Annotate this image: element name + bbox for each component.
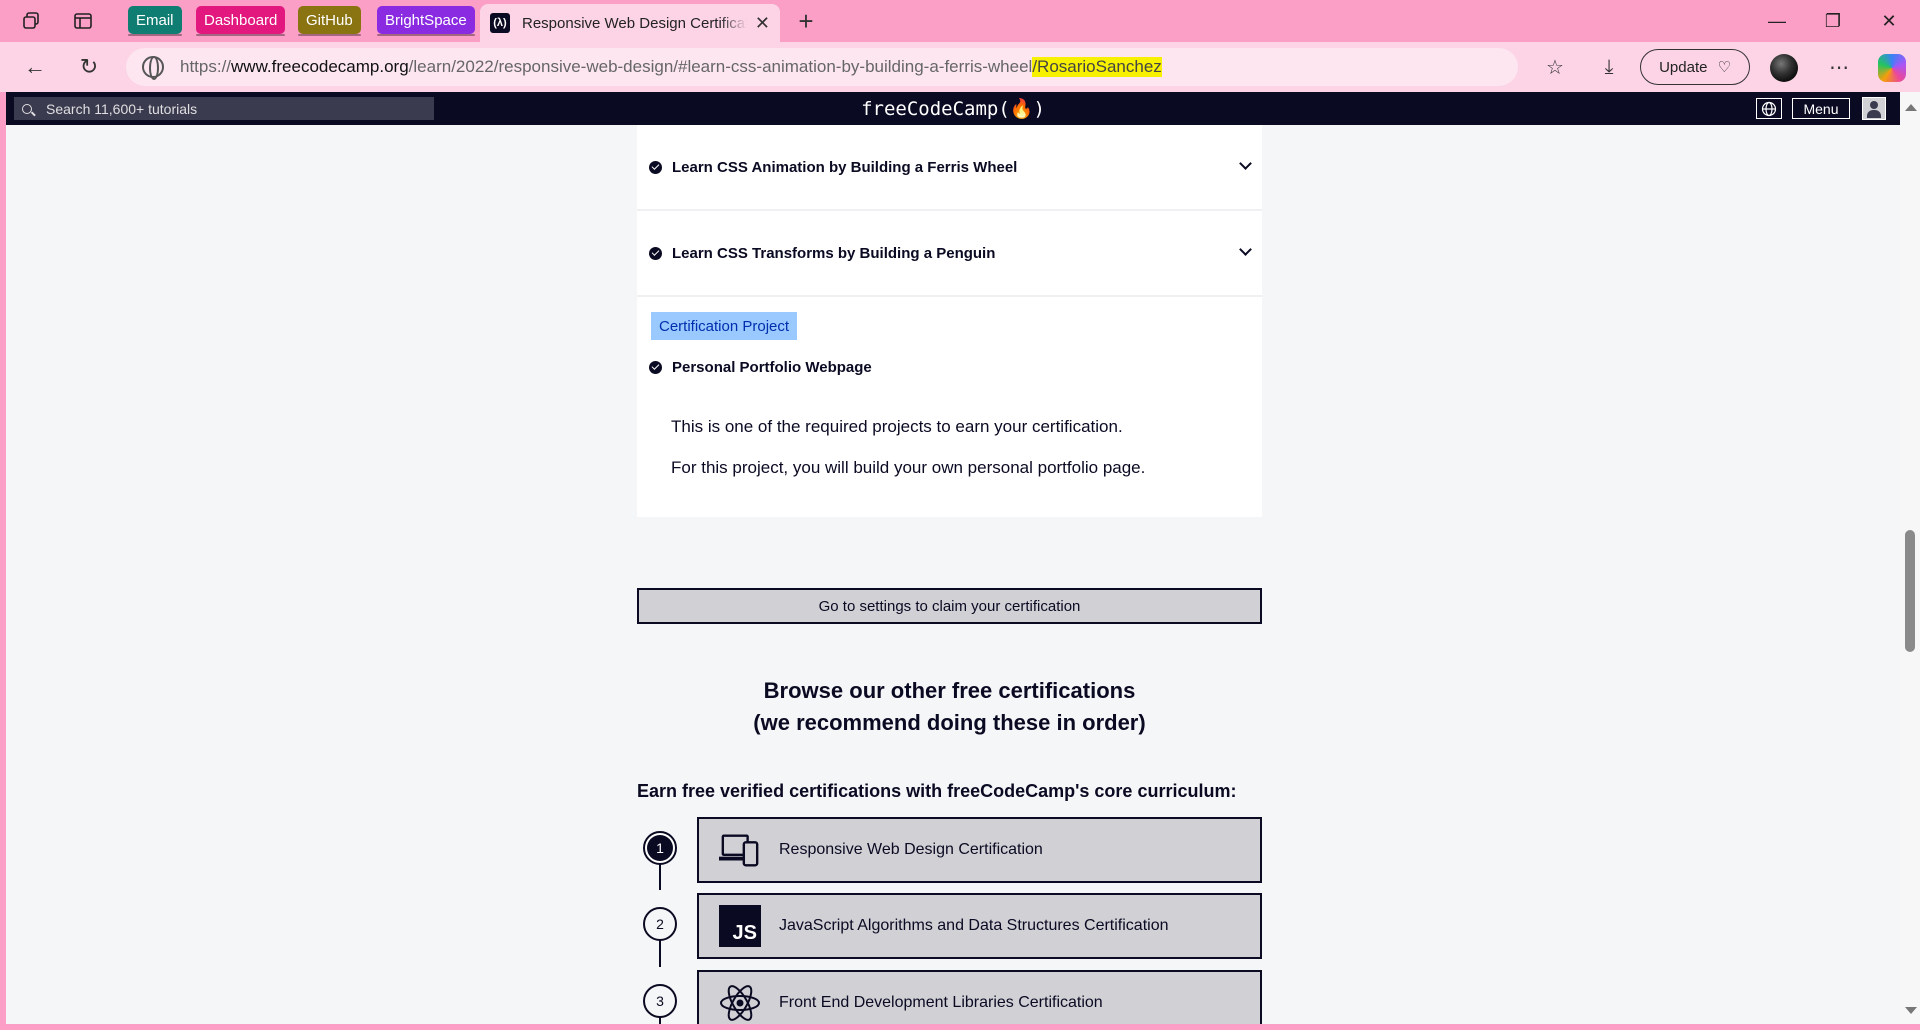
divider [637, 295, 1262, 297]
navigation-bar: ← ↻ https://www.freecodecamp.org/learn/2… [0, 42, 1920, 92]
chevron-down-icon [1239, 157, 1252, 170]
project-description: This is one of the required projects to … [671, 417, 1123, 436]
minimize-icon[interactable]: — [1754, 8, 1800, 34]
active-tab[interactable]: (λ) Responsive Web Design Certification … [480, 4, 780, 42]
freecodecamp-favicon-icon: (λ) [490, 13, 510, 33]
react-icon [719, 982, 761, 1024]
browse-heading: Browse our other free certifications (we… [637, 675, 1262, 739]
claim-certification-button[interactable]: Go to settings to claim your certificati… [637, 588, 1262, 624]
certification-label: Responsive Web Design Certification [779, 841, 1043, 858]
workspaces-icon[interactable] [16, 8, 46, 34]
step-indicator: 1 [643, 831, 677, 865]
close-tab-icon[interactable]: ✕ [755, 13, 770, 34]
new-tab-icon[interactable]: + [790, 6, 822, 36]
fcc-logo[interactable]: freeCodeCamp(🔥) [6, 97, 1900, 120]
downloads-icon[interactable]: ⤓ [1592, 52, 1626, 82]
block-penguin[interactable]: Learn CSS Transforms by Building a Pengu… [637, 211, 1262, 295]
refresh-icon[interactable]: ↻ [72, 52, 106, 82]
tab-actions-icon[interactable] [68, 8, 98, 34]
step-number: 2 [656, 916, 664, 932]
window-frame [0, 92, 6, 1024]
step-indicator: 2 [643, 907, 677, 941]
tab-bar: Email Dashboard GitHub BrightSpace (λ) R… [0, 0, 1920, 42]
restore-icon[interactable]: ❐ [1810, 8, 1856, 34]
earn-heading: Earn free verified certifications with f… [637, 781, 1237, 801]
favorites-icon[interactable]: ☆ [1538, 52, 1572, 82]
block-ferris-wheel[interactable]: Learn CSS Animation by Building a Ferris… [637, 125, 1262, 209]
user-avatar[interactable] [1862, 97, 1886, 120]
fcc-header: Search 11,600+ tutorials freeCodeCamp(🔥)… [6, 92, 1900, 125]
browser-chrome: Email Dashboard GitHub BrightSpace (λ) R… [0, 0, 1920, 92]
tab-email[interactable]: Email [128, 6, 182, 36]
completed-check-icon [649, 160, 662, 174]
browse-heading-line: Browse our other free certifications [763, 678, 1136, 703]
browse-heading-line: (we recommend doing these in order) [753, 710, 1146, 735]
back-icon[interactable]: ← [18, 52, 52, 82]
scroll-down-icon[interactable] [1905, 1007, 1917, 1014]
project-title-link[interactable]: Personal Portfolio Webpage [649, 359, 872, 376]
update-button[interactable]: Update ♡ [1640, 49, 1750, 85]
menu-button[interactable]: Menu [1792, 98, 1850, 119]
certification-link-javascript[interactable]: JS JavaScript Algorithms and Data Struct… [697, 893, 1262, 959]
profile-avatar[interactable] [1770, 54, 1798, 82]
step-number: 1 [647, 835, 673, 861]
project-description: For this project, you will build your ow… [671, 458, 1146, 477]
scroll-up-icon[interactable] [1905, 104, 1917, 111]
chevron-down-icon [1239, 243, 1252, 256]
update-label: Update [1659, 58, 1708, 76]
certification-label: JavaScript Algorithms and Data Structure… [779, 917, 1169, 934]
url-path: /learn/2022/responsive-web-design/#learn… [408, 57, 1033, 76]
block-title: Learn CSS Transforms by Building a Pengu… [672, 244, 996, 262]
certification-link-front-end-libraries[interactable]: Front End Development Libraries Certific… [697, 970, 1262, 1024]
step-indicator: 3 [643, 984, 677, 1018]
main-content: Learn CSS Animation by Building a Ferris… [6, 125, 1900, 1024]
url-highlight: /RosarioSanchez [1032, 57, 1162, 77]
block-title: Learn CSS Animation by Building a Ferris… [672, 158, 1018, 176]
completed-check-icon [649, 361, 662, 374]
certification-label: Front End Development Libraries Certific… [779, 994, 1103, 1011]
more-options-icon[interactable]: ⋯ [1822, 52, 1856, 82]
heart-icon: ♡ [1717, 59, 1731, 76]
certification-project-tag: Certification Project [651, 312, 798, 340]
url-prefix: https:// [180, 57, 232, 76]
project-title: Personal Portfolio Webpage [672, 359, 872, 376]
tab-github[interactable]: GitHub [298, 6, 361, 36]
scrollbar-thumb[interactable] [1905, 530, 1915, 652]
certification-blocks-card: Learn CSS Animation by Building a Ferris… [637, 125, 1262, 517]
certification-link-responsive-web-design[interactable]: Responsive Web Design Certification [697, 817, 1262, 883]
js-icon: JS [719, 905, 761, 947]
window-frame [0, 1024, 1920, 1030]
url-host: www.freecodecamp.org [231, 57, 409, 76]
site-info-icon[interactable] [142, 56, 164, 80]
tab-brightspace[interactable]: BrightSpace [377, 6, 475, 36]
copilot-icon[interactable] [1878, 54, 1906, 82]
vertical-scrollbar[interactable] [1900, 92, 1920, 1024]
devices-icon [719, 829, 761, 871]
active-tab-title: Responsive Web Design Certification [522, 14, 747, 32]
language-icon[interactable] [1756, 98, 1782, 119]
tab-dashboard[interactable]: Dashboard [196, 6, 286, 36]
address-bar[interactable]: https://www.freecodecamp.org/learn/2022/… [126, 48, 1518, 86]
close-window-icon[interactable]: ✕ [1866, 8, 1912, 34]
step-number: 3 [656, 993, 664, 1009]
completed-check-icon [649, 246, 662, 260]
